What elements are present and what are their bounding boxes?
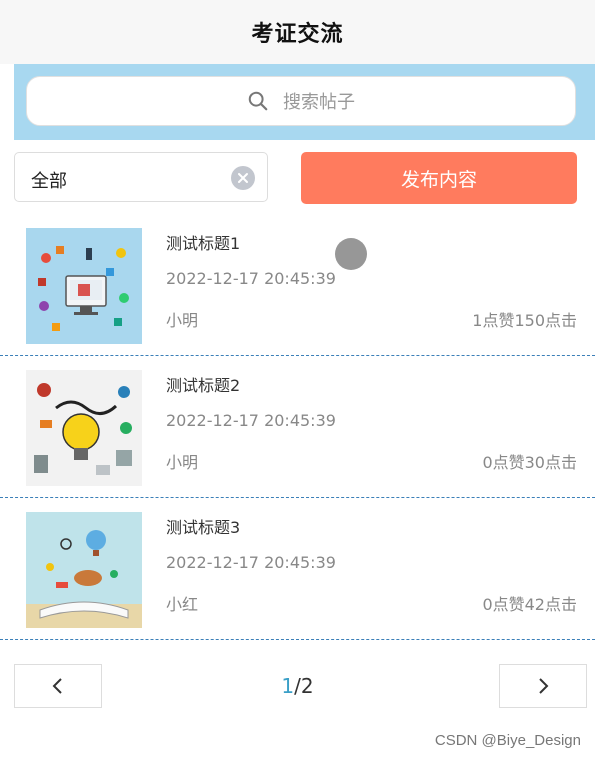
post-likes: 1点赞 (472, 311, 515, 330)
post-date: 2022-12-17 20:45:39 (166, 553, 336, 572)
post-thumbnail (26, 228, 142, 344)
list-item[interactable]: 测试标题1 2022-12-17 20:45:39 小明 1点赞150点击 (0, 214, 595, 356)
filter-row: 全部 发布内容 (14, 152, 577, 204)
publish-button[interactable]: 发布内容 (301, 152, 577, 204)
post-stats: 1点赞150点击 (472, 307, 577, 331)
post-likes: 0点赞 (482, 453, 525, 472)
post-likes: 0点赞 (482, 595, 525, 614)
post-author: 小红 (166, 595, 199, 614)
current-page: 1 (281, 674, 295, 698)
post-thumbnail (26, 370, 142, 486)
post-title: 测试标题3 (166, 518, 241, 537)
chevron-right-icon (539, 678, 549, 694)
post-title: 测试标题2 (166, 376, 241, 395)
post-date: 2022-12-17 20:45:39 (166, 269, 336, 288)
search-icon (248, 91, 268, 111)
post-stats: 0点赞42点击 (482, 591, 577, 615)
post-stats: 0点赞30点击 (482, 449, 577, 473)
post-clicks: 150点击 (514, 311, 577, 330)
post-list: 测试标题1 2022-12-17 20:45:39 小明 1点赞150点击 测试… (0, 214, 595, 640)
pagination: 1/2 (0, 664, 595, 710)
category-select[interactable]: 全部 (14, 152, 268, 202)
post-author: 小明 (166, 453, 199, 472)
search-input[interactable]: 搜索帖子 (26, 76, 576, 126)
post-clicks: 30点击 (524, 453, 577, 472)
watermark: CSDN @Biye_Design (434, 732, 581, 749)
page-title: 考证交流 (251, 22, 344, 47)
post-clicks: 42点击 (524, 595, 577, 614)
list-item[interactable]: 测试标题3 2022-12-17 20:45:39 小红 0点赞42点击 (0, 498, 595, 640)
clear-icon[interactable] (231, 166, 255, 190)
post-thumbnail (26, 512, 142, 628)
touch-indicator (335, 238, 367, 270)
search-band: 搜索帖子 (14, 64, 595, 140)
app-header: 考证交流 (0, 0, 595, 64)
total-pages: 2 (300, 674, 314, 698)
list-item[interactable]: 测试标题2 2022-12-17 20:45:39 小明 0点赞30点击 (0, 356, 595, 498)
search-placeholder: 搜索帖子 (283, 92, 355, 113)
next-page-button[interactable] (499, 664, 587, 708)
post-author: 小明 (166, 311, 199, 330)
category-select-value: 全部 (31, 171, 67, 192)
post-title: 测试标题1 (166, 234, 241, 253)
post-date: 2022-12-17 20:45:39 (166, 411, 336, 430)
page-separator: / (294, 674, 301, 698)
